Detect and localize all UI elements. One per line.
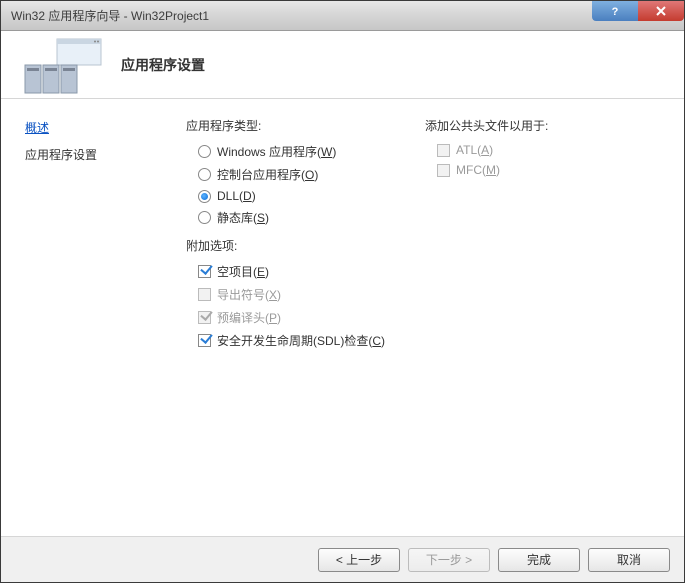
footer: < 上一步 下一步 > 完成 取消 xyxy=(1,536,684,582)
checkbox-icon xyxy=(437,164,450,177)
body: 概述 应用程序设置 应用程序类型: Windows 应用程序(W) 控制台应用程… xyxy=(1,99,684,536)
nav-overview[interactable]: 概述 xyxy=(25,119,176,136)
next-button: 下一步 > xyxy=(408,548,490,572)
finish-button[interactable]: 完成 xyxy=(498,548,580,572)
close-icon xyxy=(655,5,667,17)
titlebar-controls: ? xyxy=(592,1,684,21)
checkbox-icon xyxy=(437,144,450,157)
radio-static-lib[interactable]: 静态库(S) xyxy=(186,206,385,229)
check-label: ATL(A) xyxy=(456,143,493,157)
help-icon: ? xyxy=(609,5,621,17)
check-label: MFC(M) xyxy=(456,163,500,177)
radio-label: Windows 应用程序(W) xyxy=(217,143,336,160)
window-title: Win32 应用程序向导 - Win32Project1 xyxy=(11,7,209,24)
radio-icon xyxy=(198,168,211,181)
svg-text:?: ? xyxy=(612,6,619,17)
check-empty-project[interactable]: 空项目(E) xyxy=(186,260,385,283)
check-label: 空项目(E) xyxy=(217,263,269,280)
checkbox-icon xyxy=(198,311,211,324)
check-export-symbols: 导出符号(X) xyxy=(186,283,385,306)
content: 应用程序类型: Windows 应用程序(W) 控制台应用程序(O) DLL(D… xyxy=(176,99,684,536)
checkbox-icon xyxy=(198,288,211,301)
headers-label: 添加公共头文件以用于: xyxy=(425,117,548,134)
checkbox-icon xyxy=(198,334,211,347)
close-button[interactable] xyxy=(638,1,684,21)
radio-console-app[interactable]: 控制台应用程序(O) xyxy=(186,163,385,186)
prev-button[interactable]: < 上一步 xyxy=(318,548,400,572)
check-precompiled-header: 预编译头(P) xyxy=(186,306,385,329)
cancel-button[interactable]: 取消 xyxy=(588,548,670,572)
help-button[interactable]: ? xyxy=(592,1,638,21)
nav-sidebar: 概述 应用程序设置 xyxy=(1,99,176,536)
check-mfc: MFC(M) xyxy=(425,160,548,180)
radio-icon xyxy=(198,190,211,203)
check-sdl[interactable]: 安全开发生命周期(SDL)检查(C) xyxy=(186,329,385,352)
radio-dll[interactable]: DLL(D) xyxy=(186,186,385,206)
radio-icon xyxy=(198,145,211,158)
check-label: 预编译头(P) xyxy=(217,309,281,326)
radio-label: 控制台应用程序(O) xyxy=(217,166,318,183)
radio-label: DLL(D) xyxy=(217,189,256,203)
col-left: 应用程序类型: Windows 应用程序(W) 控制台应用程序(O) DLL(D… xyxy=(186,117,385,536)
checkbox-icon xyxy=(198,265,211,278)
radio-label: 静态库(S) xyxy=(217,209,269,226)
check-atl: ATL(A) xyxy=(425,140,548,160)
titlebar: Win32 应用程序向导 - Win32Project1 ? xyxy=(1,1,684,31)
header: 应用程序设置 xyxy=(1,31,684,99)
extra-label: 附加选项: xyxy=(186,237,385,254)
check-label: 导出符号(X) xyxy=(217,286,281,303)
check-label: 安全开发生命周期(SDL)检查(C) xyxy=(217,332,385,349)
radio-icon xyxy=(198,211,211,224)
wizard-window: Win32 应用程序向导 - Win32Project1 ? xyxy=(0,0,685,583)
nav-settings[interactable]: 应用程序设置 xyxy=(25,146,176,163)
col-right: 添加公共头文件以用于: ATL(A) MFC(M) xyxy=(425,117,548,536)
header-title: 应用程序设置 xyxy=(121,55,205,75)
apptype-label: 应用程序类型: xyxy=(186,117,385,134)
wizard-icon xyxy=(15,35,105,95)
radio-windows-app[interactable]: Windows 应用程序(W) xyxy=(186,140,385,163)
